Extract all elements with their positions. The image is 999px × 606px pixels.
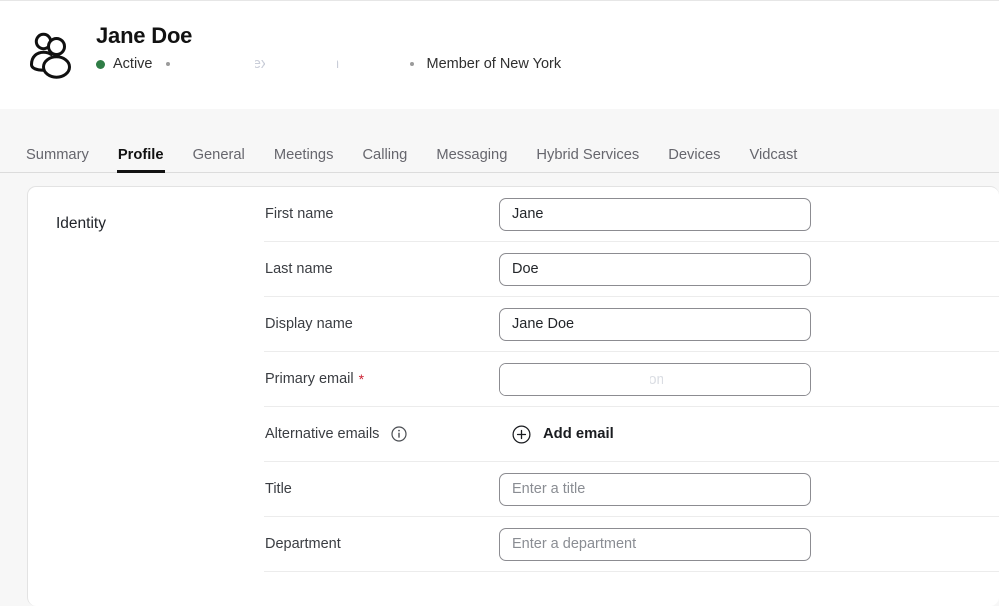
- primary-email-mask-1: [500, 363, 650, 395]
- meta-separator-2: [409, 62, 414, 66]
- department-label: Department: [265, 536, 341, 552]
- user-header: Jane Doe Active jane.doe@example.com Mem…: [0, 1, 999, 109]
- info-circle-icon[interactable]: [391, 426, 408, 442]
- first-name-control: [499, 197, 811, 231]
- field-row-display-name: Display name: [264, 297, 999, 352]
- tab-messaging[interactable]: Messaging: [436, 147, 507, 172]
- tab-hybrid-services[interactable]: Hybrid Services: [536, 147, 639, 172]
- last-name-control: [499, 252, 811, 286]
- display-name-control: [499, 307, 811, 341]
- alternative-emails-control: Add email: [499, 424, 811, 444]
- organization-membership: Member of New York: [426, 56, 562, 72]
- tab-calling[interactable]: Calling: [362, 147, 407, 172]
- last-name-label: Last name: [265, 261, 333, 277]
- primary-email-mask-2: [663, 363, 697, 395]
- page-title: Jane Doe: [96, 23, 193, 48]
- redaction-mask-b: [264, 55, 337, 73]
- required-asterisk: *: [358, 371, 365, 387]
- primary-email-mask-3: [712, 363, 810, 395]
- primary-email-label: Primary email: [265, 371, 354, 387]
- title-label-wrap: Title: [265, 480, 499, 498]
- identity-section-label-column: Identity: [28, 187, 264, 606]
- header-text-block: Jane Doe Active jane.doe@example.com Mem…: [96, 19, 561, 73]
- profile-card-area: Identity First name Last name: [0, 173, 999, 606]
- tab-devices[interactable]: Devices: [668, 147, 720, 172]
- people-group-icon: [25, 27, 79, 81]
- first-name-label-wrap: First name: [265, 205, 499, 223]
- department-input[interactable]: [499, 527, 811, 561]
- primary-email-input[interactable]: jane.doe@example.com: [499, 362, 811, 396]
- alternative-emails-label: Alternative emails: [265, 426, 380, 442]
- tab-profile[interactable]: Profile: [116, 147, 165, 173]
- title-label: Title: [265, 481, 292, 497]
- first-name-label: First name: [265, 206, 334, 222]
- first-name-input[interactable]: [499, 197, 811, 231]
- last-name-input[interactable]: [499, 252, 811, 286]
- field-row-alternative-emails: Alternative emails Add email: [264, 407, 999, 462]
- tabbar: Summary Profile General Meetings Calling…: [0, 135, 999, 173]
- field-row-department: Department: [264, 517, 999, 572]
- primary-email-label-wrap: Primary email *: [265, 370, 499, 388]
- identity-section-label: Identity: [56, 215, 106, 232]
- redacted-email-region: jane.doe@example.com: [182, 55, 397, 73]
- identity-card: Identity First name Last name: [27, 186, 999, 606]
- field-row-title: Title: [264, 462, 999, 517]
- display-name-input[interactable]: [499, 307, 811, 341]
- tab-meetings[interactable]: Meetings: [274, 147, 334, 172]
- redaction-mask-c: [344, 55, 397, 73]
- tab-general[interactable]: General: [193, 147, 245, 172]
- alternative-emails-label-wrap: Alternative emails: [265, 425, 499, 443]
- status-badge: Active: [113, 56, 153, 72]
- field-row-first-name: First name: [264, 187, 999, 242]
- tab-vidcast[interactable]: Vidcast: [749, 147, 797, 172]
- user-meta-row: Active jane.doe@example.com Member of Ne…: [96, 55, 561, 73]
- title-input[interactable]: [499, 472, 811, 506]
- primary-email-control: jane.doe@example.com: [499, 362, 811, 396]
- department-control: [499, 527, 811, 561]
- field-row-last-name: Last name: [264, 242, 999, 297]
- status-indicator-dot: [96, 59, 105, 69]
- meta-separator-1: [165, 62, 170, 66]
- display-name-label: Display name: [265, 316, 353, 332]
- tab-summary[interactable]: Summary: [26, 147, 89, 172]
- identity-fields-column: First name Last name Display name: [264, 187, 999, 606]
- plus-circle-icon: [512, 424, 531, 444]
- department-label-wrap: Department: [265, 535, 499, 553]
- last-name-label-wrap: Last name: [265, 260, 499, 278]
- add-email-label: Add email: [543, 426, 614, 442]
- tabbar-container: Summary Profile General Meetings Calling…: [0, 109, 999, 173]
- display-name-label-wrap: Display name: [265, 315, 499, 333]
- add-email-button[interactable]: Add email: [499, 424, 811, 444]
- title-control: [499, 472, 811, 506]
- field-row-primary-email: Primary email * jane.doe@example.com: [264, 352, 999, 407]
- redaction-mask-a: [182, 55, 255, 73]
